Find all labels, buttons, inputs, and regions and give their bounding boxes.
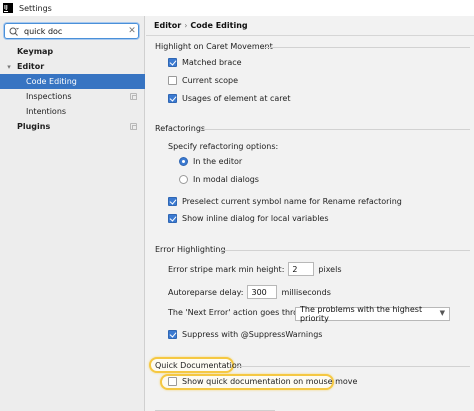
chevron-down-icon[interactable]: ▾ xyxy=(5,63,13,71)
divider xyxy=(236,366,470,367)
checkbox-checked-icon[interactable] xyxy=(168,330,177,339)
settings-content: Editor › Code Editing Highlight on Caret M… xyxy=(146,16,474,411)
breadcrumb-separator: › xyxy=(184,21,188,30)
project-scope-icon xyxy=(130,123,137,130)
usages-at-caret-checkbox[interactable]: Usages of element at caret xyxy=(168,94,290,103)
error-stripe-height-input[interactable]: 2 xyxy=(288,262,315,276)
section-title-refactorings: Refactorings xyxy=(155,124,206,133)
checkbox-unchecked-icon[interactable] xyxy=(168,377,177,386)
specify-options-label: Specify refactoring options: xyxy=(168,142,279,151)
radio-unselected-icon[interactable] xyxy=(179,175,188,184)
current-scope-checkbox[interactable]: Current scope xyxy=(168,76,238,85)
autoreparse-row: Autoreparse delay: 300 milliseconds xyxy=(168,285,331,299)
radio-in-modal-dialogs[interactable]: In modal dialogs xyxy=(179,175,259,184)
sidebar-item-keymap[interactable]: Keymap xyxy=(0,44,145,59)
settings-search-input[interactable]: quick doc ✕ xyxy=(4,23,139,39)
sidebar-item-intentions[interactable]: Intentions xyxy=(0,104,145,119)
search-icon xyxy=(9,27,21,36)
checkbox-checked-icon[interactable] xyxy=(168,94,177,103)
matched-brace-checkbox[interactable]: Matched brace xyxy=(168,58,242,67)
search-value: quick doc xyxy=(24,26,63,36)
radio-in-editor[interactable]: In the editor xyxy=(179,157,242,166)
checkbox-unchecked-icon[interactable] xyxy=(168,76,177,85)
radio-selected-icon[interactable] xyxy=(179,157,188,166)
project-scope-icon xyxy=(130,93,137,100)
checkbox-checked-icon[interactable] xyxy=(168,58,177,67)
settings-sidebar: quick doc ✕ Keymap ▾ Editor Code Editing… xyxy=(0,16,145,411)
quick-doc-mouse-move-checkbox[interactable]: Show quick documentation on mouse move xyxy=(168,377,357,386)
divider xyxy=(262,47,470,48)
section-title-quick-documentation: Quick Documentation xyxy=(155,361,242,370)
error-stripe-row: Error stripe mark min height: 2 pixels xyxy=(168,262,342,276)
suppress-warnings-checkbox[interactable]: Suppress with @SuppressWarnings xyxy=(168,330,322,339)
checkbox-checked-icon[interactable] xyxy=(168,197,177,206)
window-title: Settings xyxy=(19,3,52,13)
inline-dialog-checkbox[interactable]: Show inline dialog for local variables xyxy=(168,214,329,223)
settings-tree: Keymap ▾ Editor Code Editing Inspections… xyxy=(0,44,145,134)
breadcrumb: Editor › Code Editing xyxy=(154,21,248,30)
next-error-select[interactable]: The problems with the highest priority ▼ xyxy=(295,305,450,323)
divider xyxy=(146,35,474,36)
divider xyxy=(202,129,470,130)
preselect-symbol-checkbox[interactable]: Preselect current symbol name for Rename… xyxy=(168,197,402,206)
app-logo-icon: IJ xyxy=(3,3,13,13)
checkbox-checked-icon[interactable] xyxy=(168,214,177,223)
sidebar-item-editor[interactable]: ▾ Editor xyxy=(0,59,145,74)
breadcrumb-parent[interactable]: Editor xyxy=(154,21,181,30)
sidebar-item-inspections[interactable]: Inspections xyxy=(0,89,145,104)
section-title-error-highlighting: Error Highlighting xyxy=(155,245,226,254)
sidebar-item-code-editing[interactable]: Code Editing xyxy=(0,74,145,89)
title-bar: IJ Settings xyxy=(0,0,474,16)
clear-search-icon[interactable]: ✕ xyxy=(126,26,138,36)
chevron-down-icon: ▼ xyxy=(439,309,445,317)
divider xyxy=(220,250,470,251)
sidebar-item-plugins[interactable]: Plugins xyxy=(0,119,145,134)
breadcrumb-current: Code Editing xyxy=(190,21,248,30)
autoreparse-delay-input[interactable]: 300 xyxy=(247,285,278,299)
section-title-highlight-caret: Highlight on Caret Movement xyxy=(155,42,273,51)
next-error-label: The 'Next Error' action goes through: xyxy=(168,308,316,317)
